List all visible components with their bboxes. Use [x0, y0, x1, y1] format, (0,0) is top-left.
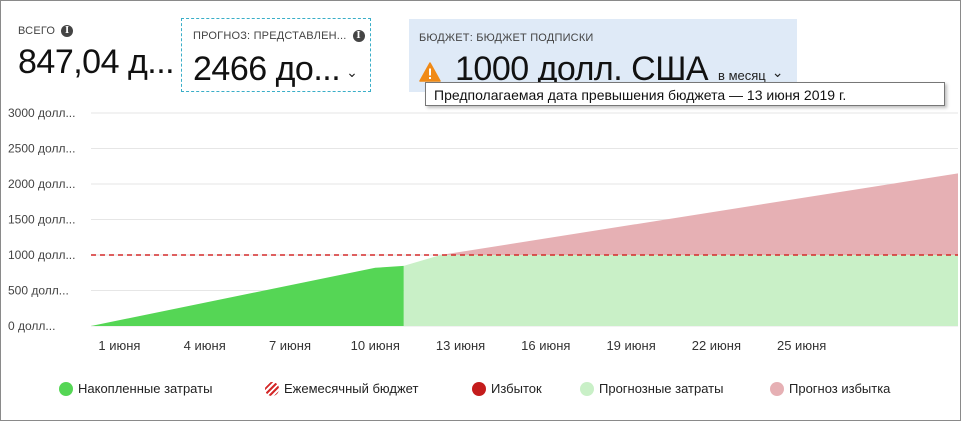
x-tick-label: 16 июня [521, 338, 570, 353]
chart-legend: Накопленные затраты Ежемесячный бюджет Изб… [1, 381, 961, 403]
legend-label: Ежемесячный бюджет [284, 381, 419, 396]
budget-label: БЮДЖЕТ: БЮДЖЕТ ПОДПИСКИ [419, 32, 594, 44]
y-tick-label: 1500 долл... [8, 213, 75, 227]
y-tick-label: 1000 долл... [8, 248, 75, 262]
chevron-down-icon[interactable]: ⌄ [346, 64, 358, 81]
x-tick-label: 22 июня [692, 338, 741, 353]
forecast-area [403, 255, 958, 326]
forecast-value: 2466 до... [193, 50, 341, 88]
forecast-kpi-selector[interactable]: ПРОГНОЗ: ПРЕДСТАВЛЕН... i 2466 до... ⌄ [181, 18, 371, 92]
x-tick-label: 19 июня [606, 338, 655, 353]
x-tick-label: 13 июня [436, 338, 485, 353]
y-tick-label: 2500 долл... [8, 142, 75, 156]
legend-swatch [580, 381, 594, 396]
x-tick-label: 10 июня [351, 338, 400, 353]
x-tick-label: 7 июня [269, 338, 311, 353]
budget-period: в месяц [718, 68, 766, 83]
legend-swatch [770, 381, 784, 396]
accumulated-cost-area [91, 265, 404, 326]
legend-label: Накопленные затраты [78, 381, 213, 396]
legend-label: Прогнозные затраты [599, 381, 724, 396]
x-tick-label: 25 июня [777, 338, 826, 353]
budget-exceed-tooltip: Предполагаемая дата превышения бюджета —… [425, 82, 945, 106]
forecast-label: ПРОГНОЗ: ПРЕДСТАВЛЕН... [193, 30, 347, 42]
x-tick-label: 4 июня [184, 338, 226, 353]
legend-swatch [472, 381, 486, 396]
cost-chart: 0 долл... 500 долл... 1000 долл... 1500 дол… [8, 106, 959, 353]
info-icon[interactable]: i [352, 30, 365, 42]
chevron-down-icon[interactable]: ⌄ [772, 64, 784, 81]
y-tick-label: 0 долл... [8, 319, 55, 333]
y-tick-label: 2000 долл... [8, 177, 75, 191]
total-label: ВСЕГО [18, 25, 56, 37]
y-tick-label: 3000 долл... [8, 106, 75, 120]
total-kpi: ВСЕГО i 847,04 д... [18, 25, 175, 82]
legend-item-accumulated[interactable]: Накопленные затраты [59, 381, 212, 396]
overage-forecast-area [440, 173, 959, 255]
x-tick-label: 1 июня [98, 338, 140, 353]
legend-swatch [265, 381, 279, 396]
warning-icon [419, 62, 441, 82]
legend-item-overage_forecast[interactable]: Прогноз избытка [770, 381, 890, 396]
legend-item-forecast[interactable]: Прогнозные затраты [580, 381, 723, 396]
legend-label: Избыток [491, 381, 542, 396]
legend-label: Прогноз избытка [789, 381, 891, 396]
legend-item-budget[interactable]: Ежемесячный бюджет [265, 381, 418, 396]
legend-swatch [59, 381, 73, 396]
cost-analysis-panel: ВСЕГО i 847,04 д... ПРОГНОЗ: ПРЕДСТАВЛЕН… [0, 0, 961, 421]
y-tick-label: 500 долл... [8, 284, 69, 298]
total-value: 847,04 д... [18, 43, 175, 81]
legend-item-overage[interactable]: Избыток [472, 381, 542, 396]
info-icon[interactable]: i [61, 25, 74, 37]
